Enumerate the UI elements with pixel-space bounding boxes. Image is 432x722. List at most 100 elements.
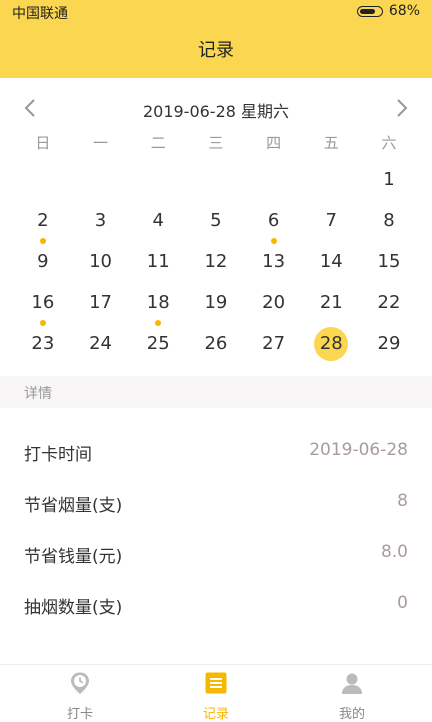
details-section-label: 详情 bbox=[24, 386, 52, 402]
calendar-day-number: 21 bbox=[319, 292, 343, 313]
detail-label: 抽烟数量(支) bbox=[24, 598, 123, 618]
calendar-day-number: 7 bbox=[325, 210, 337, 231]
calendar-day[interactable]: 9 bbox=[14, 245, 72, 286]
calendar-day[interactable]: 11 bbox=[129, 245, 187, 286]
details-section-header: 详情 bbox=[0, 376, 432, 408]
weekday-label: 二 bbox=[150, 134, 166, 152]
calendar-day-number: 4 bbox=[152, 210, 164, 231]
tab-label: 我的 bbox=[338, 707, 365, 722]
calendar-day-number: 25 bbox=[146, 333, 170, 354]
calendar-empty-cell bbox=[302, 163, 360, 204]
calendar-day-number: 1 bbox=[383, 169, 395, 190]
calendar-empty-cell bbox=[129, 163, 187, 204]
checkin-marker-dot bbox=[270, 238, 277, 244]
next-month-button[interactable] bbox=[392, 96, 412, 120]
detail-label: 节省钱量(元) bbox=[24, 547, 123, 567]
calendar-day-number: 10 bbox=[89, 251, 112, 272]
calendar-day-number: 22 bbox=[377, 292, 401, 313]
bottom-tab-bar: 打卡 记录 我的 bbox=[0, 664, 432, 722]
calendar-day[interactable]: 26 bbox=[187, 327, 245, 368]
calendar-day[interactable]: 7 bbox=[302, 204, 360, 245]
calendar-day[interactable]: 6 bbox=[245, 204, 303, 245]
calendar-day-number: 11 bbox=[146, 251, 170, 272]
calendar-day[interactable]: 20 bbox=[245, 286, 303, 327]
detail-row-saved-money: 节省钱量(元) 8.0 bbox=[0, 532, 432, 572]
weekday-label: 三 bbox=[208, 134, 224, 152]
calendar-empty-cell bbox=[245, 163, 303, 204]
calendar-day[interactable]: 2 bbox=[14, 204, 72, 245]
clock-pin-icon bbox=[71, 672, 89, 694]
header-bar: 中国联通 68% 记录 bbox=[0, 0, 432, 78]
detail-row-saved-cigarettes: 节省烟量(支) 8 bbox=[0, 481, 432, 521]
calendar-day[interactable]: 10 bbox=[72, 245, 130, 286]
status-bar: 中国联通 68% bbox=[0, 0, 432, 24]
calendar-day-number: 24 bbox=[89, 333, 112, 354]
checkin-marker-dot bbox=[39, 320, 46, 326]
calendar-day-number: 15 bbox=[377, 251, 401, 272]
calendar-day-number: 20 bbox=[262, 292, 286, 313]
calendar-day[interactable]: 8 bbox=[360, 204, 418, 245]
battery-indicator: 68% bbox=[356, 3, 420, 19]
checkin-marker-dot bbox=[39, 238, 46, 244]
calendar-empty-cell bbox=[14, 163, 72, 204]
calendar-day[interactable]: 29 bbox=[360, 327, 418, 368]
calendar-day-number: 14 bbox=[319, 251, 343, 272]
battery-percent: 68% bbox=[388, 3, 420, 19]
calendar-day[interactable]: 14 bbox=[302, 245, 360, 286]
tab-label: 记录 bbox=[202, 707, 229, 722]
calendar-day-number: 28 bbox=[314, 327, 349, 361]
weekday-label: 日 bbox=[35, 134, 51, 152]
calendar-day[interactable]: 25 bbox=[129, 327, 187, 368]
detail-row-smoked-count: 抽烟数量(支) 0 bbox=[0, 583, 432, 623]
weekday-label: 五 bbox=[323, 134, 339, 152]
detail-row-checkin-time: 打卡时间 2019-06-28 bbox=[0, 430, 432, 470]
weekday-header: 日 一 二 三 四 五 六 bbox=[14, 132, 418, 156]
detail-value: 2019-06-28 bbox=[309, 440, 408, 460]
calendar-day-number: 13 bbox=[262, 251, 286, 272]
calendar-day[interactable]: 16 bbox=[14, 286, 72, 327]
calendar-day-number: 6 bbox=[267, 210, 280, 231]
calendar-header: 2019-06-28 星期六 bbox=[0, 90, 432, 126]
checkin-marker-dot bbox=[155, 320, 162, 326]
detail-label: 节省烟量(支) bbox=[24, 496, 123, 516]
calendar-day-number: 27 bbox=[262, 333, 286, 354]
weekday-label: 六 bbox=[381, 134, 397, 152]
calendar-day-number: 16 bbox=[31, 292, 55, 313]
calendar-day[interactable]: 18 bbox=[129, 286, 187, 327]
detail-label: 打卡时间 bbox=[24, 445, 92, 465]
calendar-day[interactable]: 19 bbox=[187, 286, 245, 327]
calendar-day[interactable]: 15 bbox=[360, 245, 418, 286]
calendar-day-number: 3 bbox=[94, 210, 107, 231]
calendar-day[interactable]: 17 bbox=[72, 286, 130, 327]
battery-icon bbox=[356, 5, 383, 17]
chevron-right-icon bbox=[397, 99, 408, 117]
detail-value: 8.0 bbox=[380, 542, 408, 562]
tab-profile[interactable]: 我的 bbox=[280, 665, 424, 722]
tab-label: 打卡 bbox=[66, 707, 93, 722]
calendar-day[interactable]: 1 bbox=[360, 163, 418, 204]
calendar-empty-cell bbox=[187, 163, 245, 204]
list-document-icon bbox=[205, 672, 227, 694]
calendar-grid: 1 2 3 4 5 6 7 8 9 10 11 12 13 14 15 16 17 18 19 20 21 22 23 24 2… bbox=[14, 163, 418, 409]
calendar-day[interactable]: 3 bbox=[72, 204, 130, 245]
calendar-day[interactable]: 27 bbox=[245, 327, 303, 368]
calendar-day[interactable]: 21 bbox=[302, 286, 360, 327]
calendar-day[interactable]: 13 bbox=[245, 245, 303, 286]
calendar-day-selected[interactable]: 28 bbox=[302, 327, 360, 368]
weekday-label: 一 bbox=[93, 134, 109, 152]
calendar-day[interactable]: 12 bbox=[187, 245, 245, 286]
calendar-day[interactable]: 5 bbox=[187, 204, 245, 245]
tab-records[interactable]: 记录 bbox=[144, 665, 288, 722]
calendar-day-number: 19 bbox=[204, 292, 228, 313]
calendar-day-number: 8 bbox=[383, 210, 395, 231]
page-title: 记录 bbox=[198, 40, 234, 61]
calendar-day-number: 18 bbox=[146, 292, 170, 313]
tab-checkin[interactable]: 打卡 bbox=[8, 665, 152, 722]
calendar-day[interactable]: 24 bbox=[72, 327, 130, 368]
calendar-day[interactable]: 22 bbox=[360, 286, 418, 327]
calendar-day[interactable]: 4 bbox=[129, 204, 187, 245]
calendar-day[interactable]: 23 bbox=[14, 327, 72, 368]
weekday-label: 四 bbox=[266, 134, 282, 152]
carrier-label: 中国联通 bbox=[12, 6, 68, 22]
detail-value: 0 bbox=[397, 593, 408, 613]
